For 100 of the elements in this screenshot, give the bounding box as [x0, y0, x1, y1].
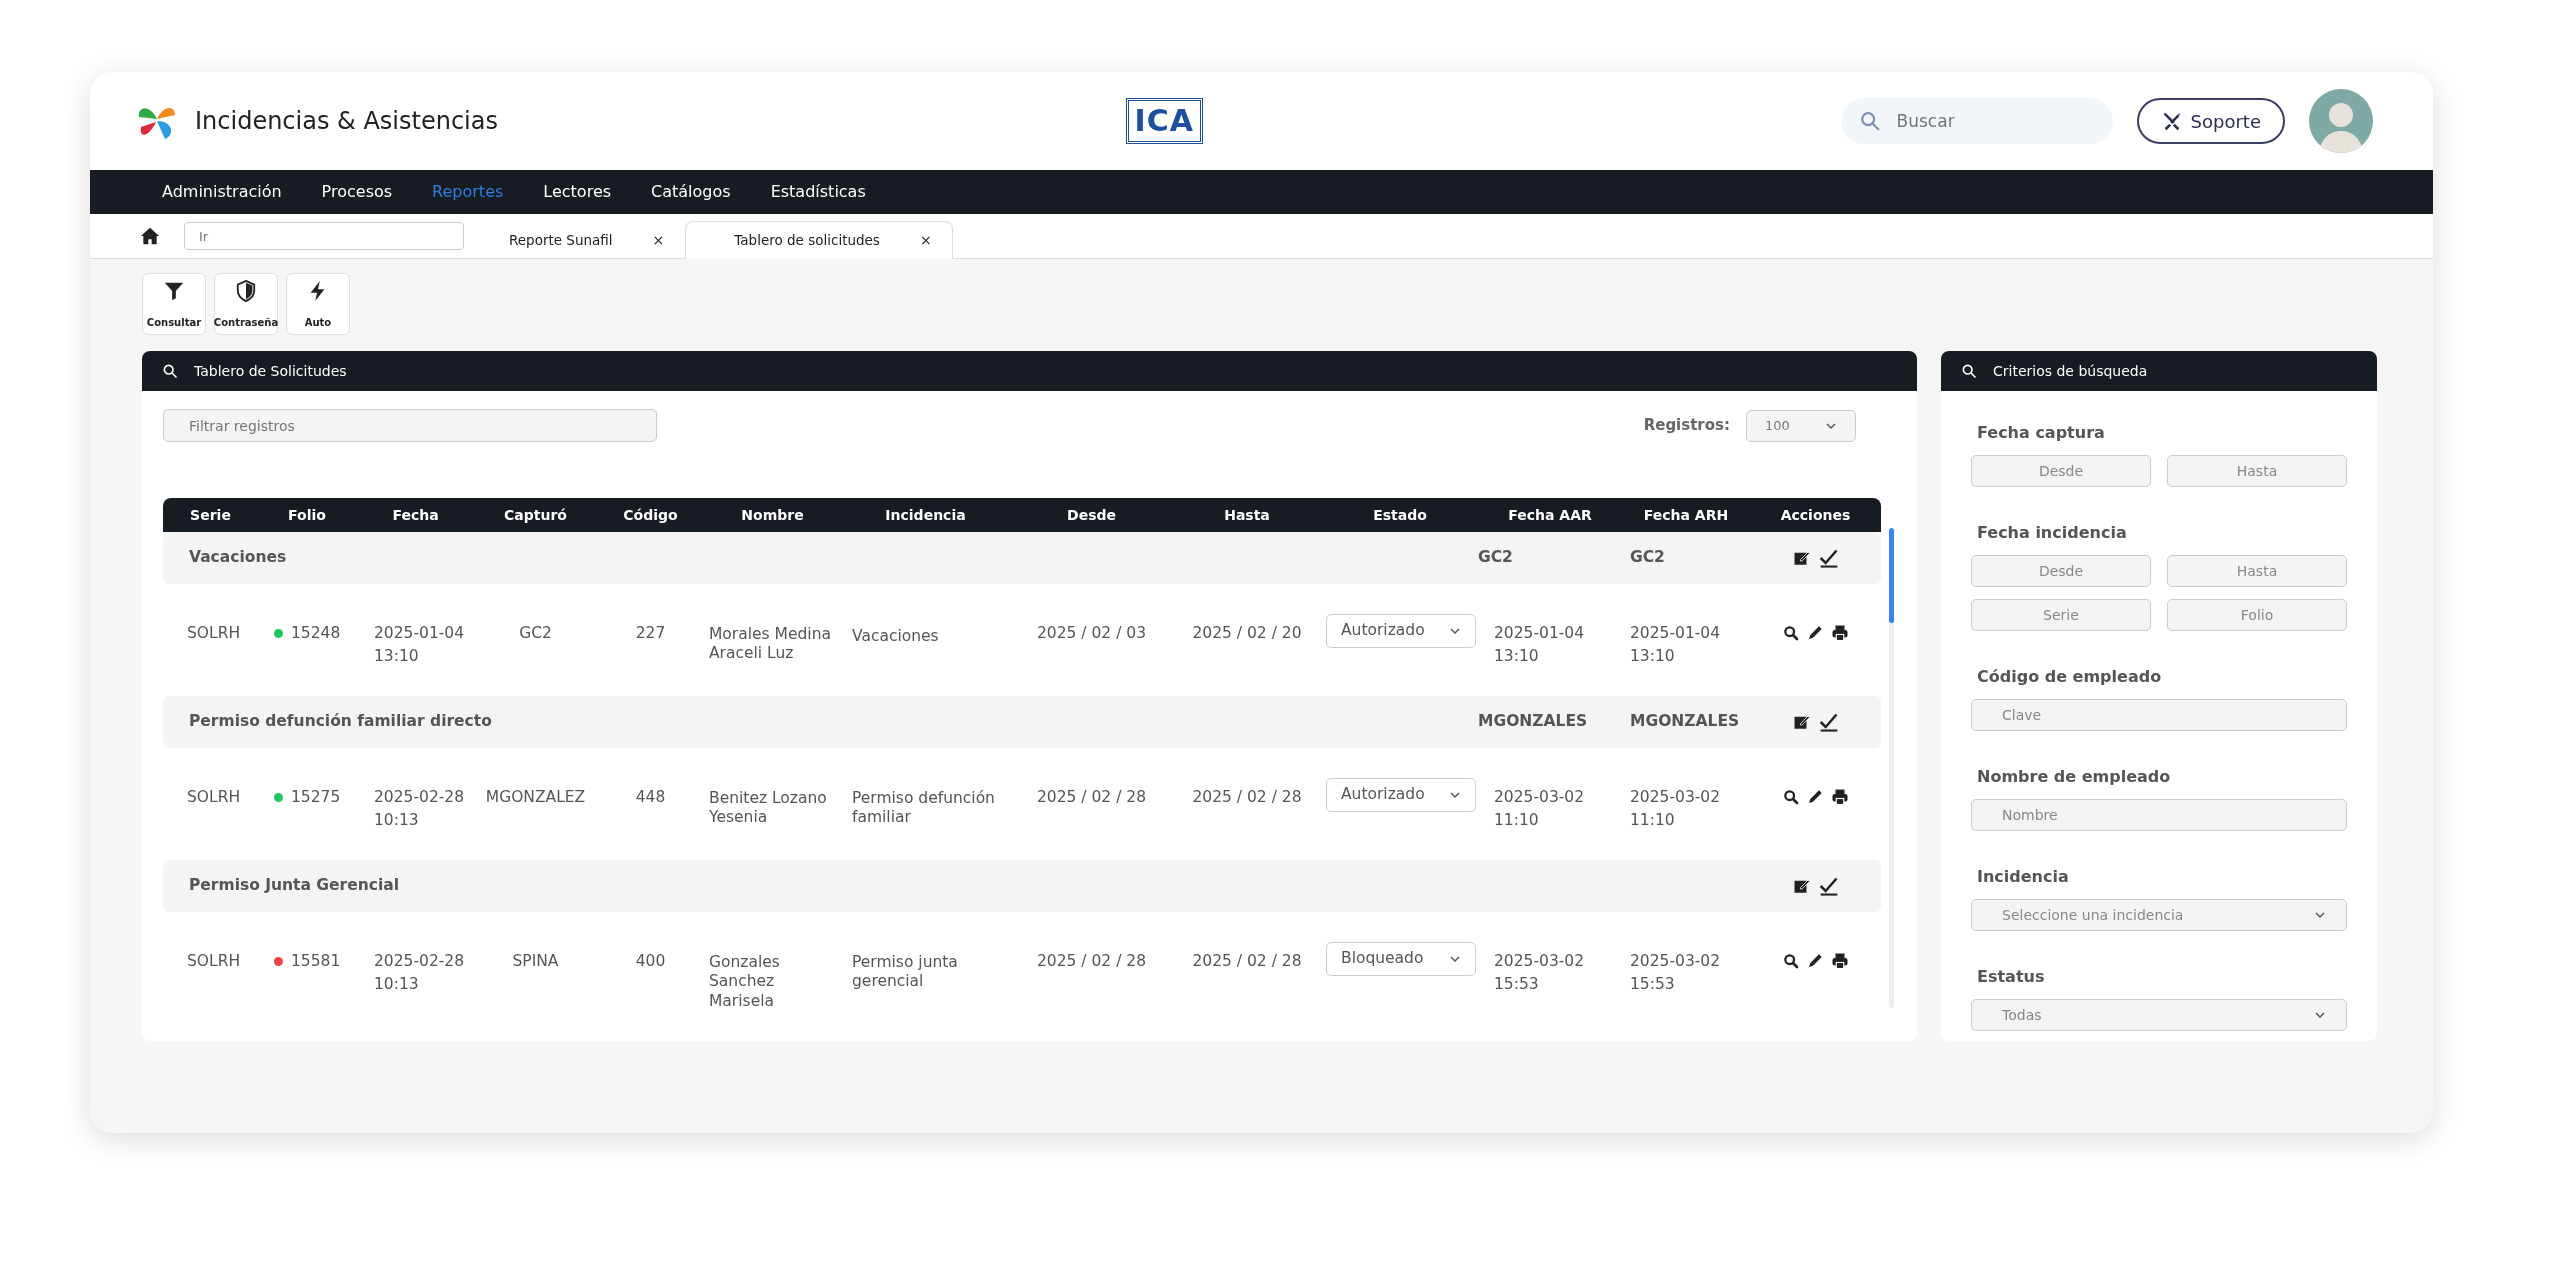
table-cell-text: SOLRH: [187, 951, 241, 972]
column-header: Serie: [163, 498, 258, 532]
go-field[interactable]: Ir: [184, 222, 464, 250]
chevron-down-icon: [2314, 1009, 2326, 1021]
toolbar-button[interactable]: Consultar: [142, 273, 206, 335]
table-cell-text: 2025 / 02 / 03: [1036, 623, 1146, 644]
column-header: Nombre: [705, 498, 840, 532]
panel-title: Criterios de búsqueda: [1993, 361, 2148, 381]
toolbar-button[interactable]: Contraseña: [214, 273, 278, 335]
checkmark-icon: [1818, 548, 1839, 568]
tab-label: Tablero de solicitudes: [734, 231, 880, 251]
column-header: Desde: [1011, 498, 1172, 532]
table-cell: MGONZALES: [1478, 712, 1588, 731]
checkmark-icon: [1818, 712, 1839, 732]
records-select[interactable]: 100: [1746, 409, 1856, 442]
date-field[interactable]: Desde: [1971, 555, 2151, 587]
pencil-icon: [1806, 953, 1823, 969]
table-cell-text: Gonzales Sanchez Marisela: [709, 953, 781, 1012]
close-icon[interactable]: ×: [919, 230, 932, 251]
field-label: Nombre de empleado: [1977, 766, 2172, 788]
table-cell-text: GC2: [519, 623, 552, 644]
tab[interactable]: Reporte Sunafil ×: [488, 221, 686, 259]
table-cell-text: SOLRH: [187, 623, 241, 644]
table-cell: 15248: [291, 624, 341, 642]
date-field[interactable]: Desde: [1971, 455, 2151, 487]
table-cell: 15275: [291, 788, 341, 806]
pencil-icon: [1806, 625, 1823, 641]
column-header: Hasta: [1172, 498, 1322, 532]
support-button[interactable]: Soporte: [2136, 98, 2285, 144]
table-cell-text: 2025-03-02 15:53: [1630, 951, 1722, 996]
chevron-down-icon: [2314, 909, 2326, 921]
table-cell: Vacaciones: [852, 627, 939, 647]
table-cell-text: 2025-01-04 13:10: [374, 623, 466, 668]
table-cell: MGONZALES: [1630, 712, 1740, 731]
table-cell-text: SOLRH: [187, 787, 241, 808]
text-field[interactable]: Nombre: [1971, 799, 2347, 831]
menu-item[interactable]: Procesos: [301, 180, 413, 204]
panel-title: Tablero de Solicitudes: [194, 361, 347, 381]
date-field[interactable]: Hasta: [2167, 455, 2347, 487]
column-header: Estado: [1322, 498, 1478, 532]
table-cell-text: 2025-03-02 15:53: [1494, 951, 1586, 996]
search-field[interactable]: Buscar: [1840, 98, 2113, 144]
column-header: Acciones: [1750, 498, 1881, 532]
table-cell-text: Permiso junta gerencial: [852, 953, 959, 992]
table-cell-text: 2025-02-28 10:13: [374, 951, 466, 996]
table-cell: GC2: [1478, 548, 1513, 567]
status-select[interactable]: Bloqueado: [1326, 942, 1476, 976]
chevron-down-icon: [1449, 625, 1461, 637]
table-cell-text: Permiso defunción familiar: [852, 789, 996, 828]
menu-item[interactable]: Administración: [142, 180, 302, 204]
printer-icon: [1830, 952, 1849, 970]
table-cell-text: 2025 / 02 / 28: [1192, 951, 1302, 972]
table-cell-text: 2025-01-04 13:10: [1630, 623, 1722, 668]
menu-item[interactable]: Reportes: [412, 180, 524, 204]
menu-item[interactable]: Catálogos: [631, 180, 751, 204]
field-label: Fecha incidencia: [1977, 522, 2128, 544]
table-cell-text: 227: [635, 623, 666, 644]
search-icon: [1858, 110, 1881, 132]
date-field[interactable]: Hasta: [2167, 555, 2347, 587]
records-label: Registros:: [1643, 415, 1730, 437]
table-cell-text: 2025 / 02 / 20: [1192, 623, 1302, 644]
column-header: Fecha ARH: [1622, 498, 1750, 532]
tab[interactable]: Tablero de solicitudes ×: [685, 221, 953, 259]
group-title: Permiso defunción familiar directo: [189, 712, 492, 731]
scrollbar-thumb[interactable]: [1889, 528, 1894, 623]
table-cell-text: 2025-01-04 13:10: [1494, 623, 1586, 668]
tab-label: Reporte Sunafil: [509, 231, 613, 251]
table-cell-text: 2025 / 02 / 28: [1036, 951, 1146, 972]
field-label: Incidencia: [1977, 866, 2070, 888]
table-cell-text: 2025-02-28 10:13: [374, 787, 466, 832]
magnifier-icon: [1782, 789, 1799, 805]
checkmark-icon: [1818, 876, 1839, 896]
table-cell-text: MGONZALEZ: [485, 787, 586, 808]
group-title: Permiso Junta Gerencial: [189, 876, 400, 895]
menu-item[interactable]: Estadísticas: [750, 180, 886, 204]
search-icon: [162, 363, 178, 379]
field-label: Fecha captura: [1977, 422, 2106, 444]
text-field[interactable]: Clave: [1971, 699, 2347, 731]
company-logo: ICA: [1125, 98, 1203, 144]
date-field[interactable]: Serie: [1971, 599, 2151, 631]
table-cell: 15581: [291, 952, 341, 970]
chevron-down-icon: [1449, 953, 1461, 965]
magnifier-icon: [1782, 953, 1799, 969]
group-title: Vacaciones: [189, 548, 287, 567]
date-field[interactable]: Folio: [2167, 599, 2347, 631]
column-header: Capturó: [475, 498, 596, 532]
table-cell-text: 2025 / 02 / 28: [1192, 787, 1302, 808]
menu-item[interactable]: Lectores: [523, 180, 632, 204]
column-header: Incidencia: [840, 498, 1011, 532]
edit-icon: [1792, 877, 1811, 895]
pencil-icon: [1806, 789, 1823, 805]
status-select[interactable]: Autorizado: [1326, 778, 1476, 812]
table-cell-text: 448: [635, 787, 666, 808]
status-select[interactable]: Autorizado: [1326, 614, 1476, 648]
table-cell-text: 2025 / 02 / 28: [1036, 787, 1146, 808]
filter-field[interactable]: Filtrar registros: [163, 409, 657, 442]
search-icon: [1961, 363, 1977, 379]
home-icon: [140, 226, 160, 246]
toolbar-button[interactable]: Auto: [286, 273, 350, 335]
close-icon[interactable]: ×: [652, 230, 665, 251]
